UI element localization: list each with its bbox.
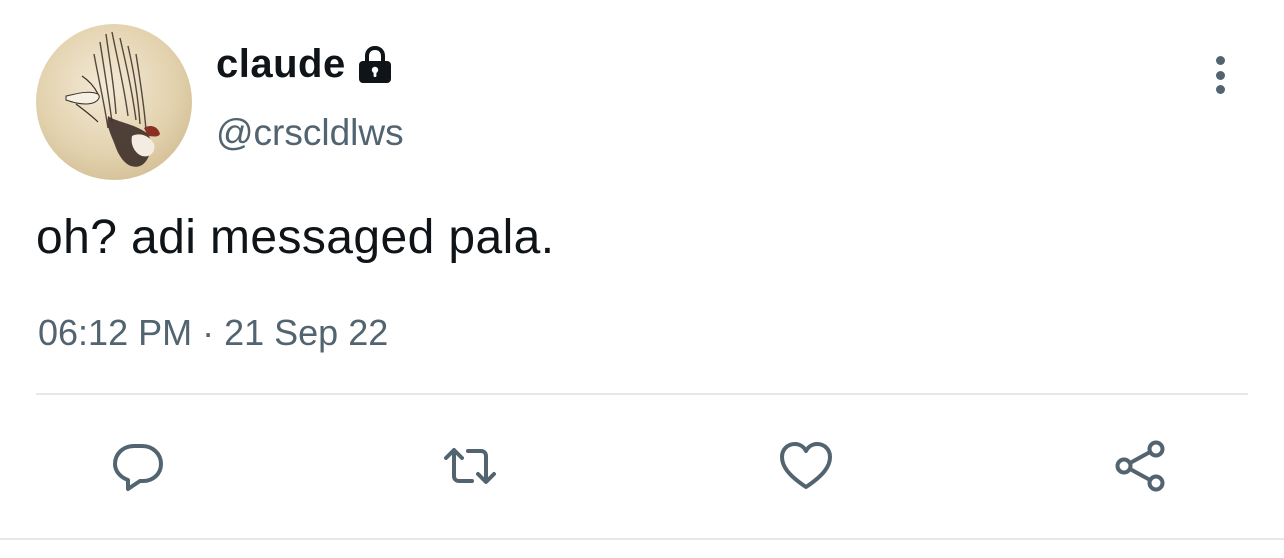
vertical-ellipsis-icon-dot-1	[1215, 56, 1225, 65]
more-options-button[interactable]	[1196, 50, 1244, 100]
tweet-date: 21 Sep 22	[224, 312, 389, 353]
divider	[36, 393, 1248, 395]
heart-icon	[780, 442, 832, 489]
like-button[interactable]	[776, 436, 836, 496]
tweet-text: oh? adi messaged pala.	[36, 211, 555, 264]
bottom-divider	[0, 538, 1284, 540]
share-button[interactable]	[1110, 436, 1170, 496]
display-name-text: claude	[216, 42, 346, 86]
vertical-ellipsis-icon-dot-3	[1215, 85, 1225, 94]
speech-bubble-icon	[113, 444, 163, 491]
avatar[interactable]	[36, 24, 192, 180]
retweet-icon	[444, 448, 496, 484]
vertical-ellipsis-icon-dot-2	[1215, 70, 1225, 80]
lock-icon	[356, 45, 394, 85]
avatar-illustration	[65, 31, 160, 167]
handle[interactable]: @crscldlws	[216, 112, 404, 154]
reply-button[interactable]	[108, 436, 168, 496]
tweet-time: 06:12 PM	[38, 312, 193, 353]
display-name[interactable]: claude	[216, 42, 394, 87]
retweet-button[interactable]	[440, 436, 500, 496]
timestamp-separator: ·	[202, 312, 215, 353]
share-icon	[1115, 440, 1165, 492]
timestamp[interactable]: 06:12 PM · 21 Sep 22	[38, 312, 388, 354]
